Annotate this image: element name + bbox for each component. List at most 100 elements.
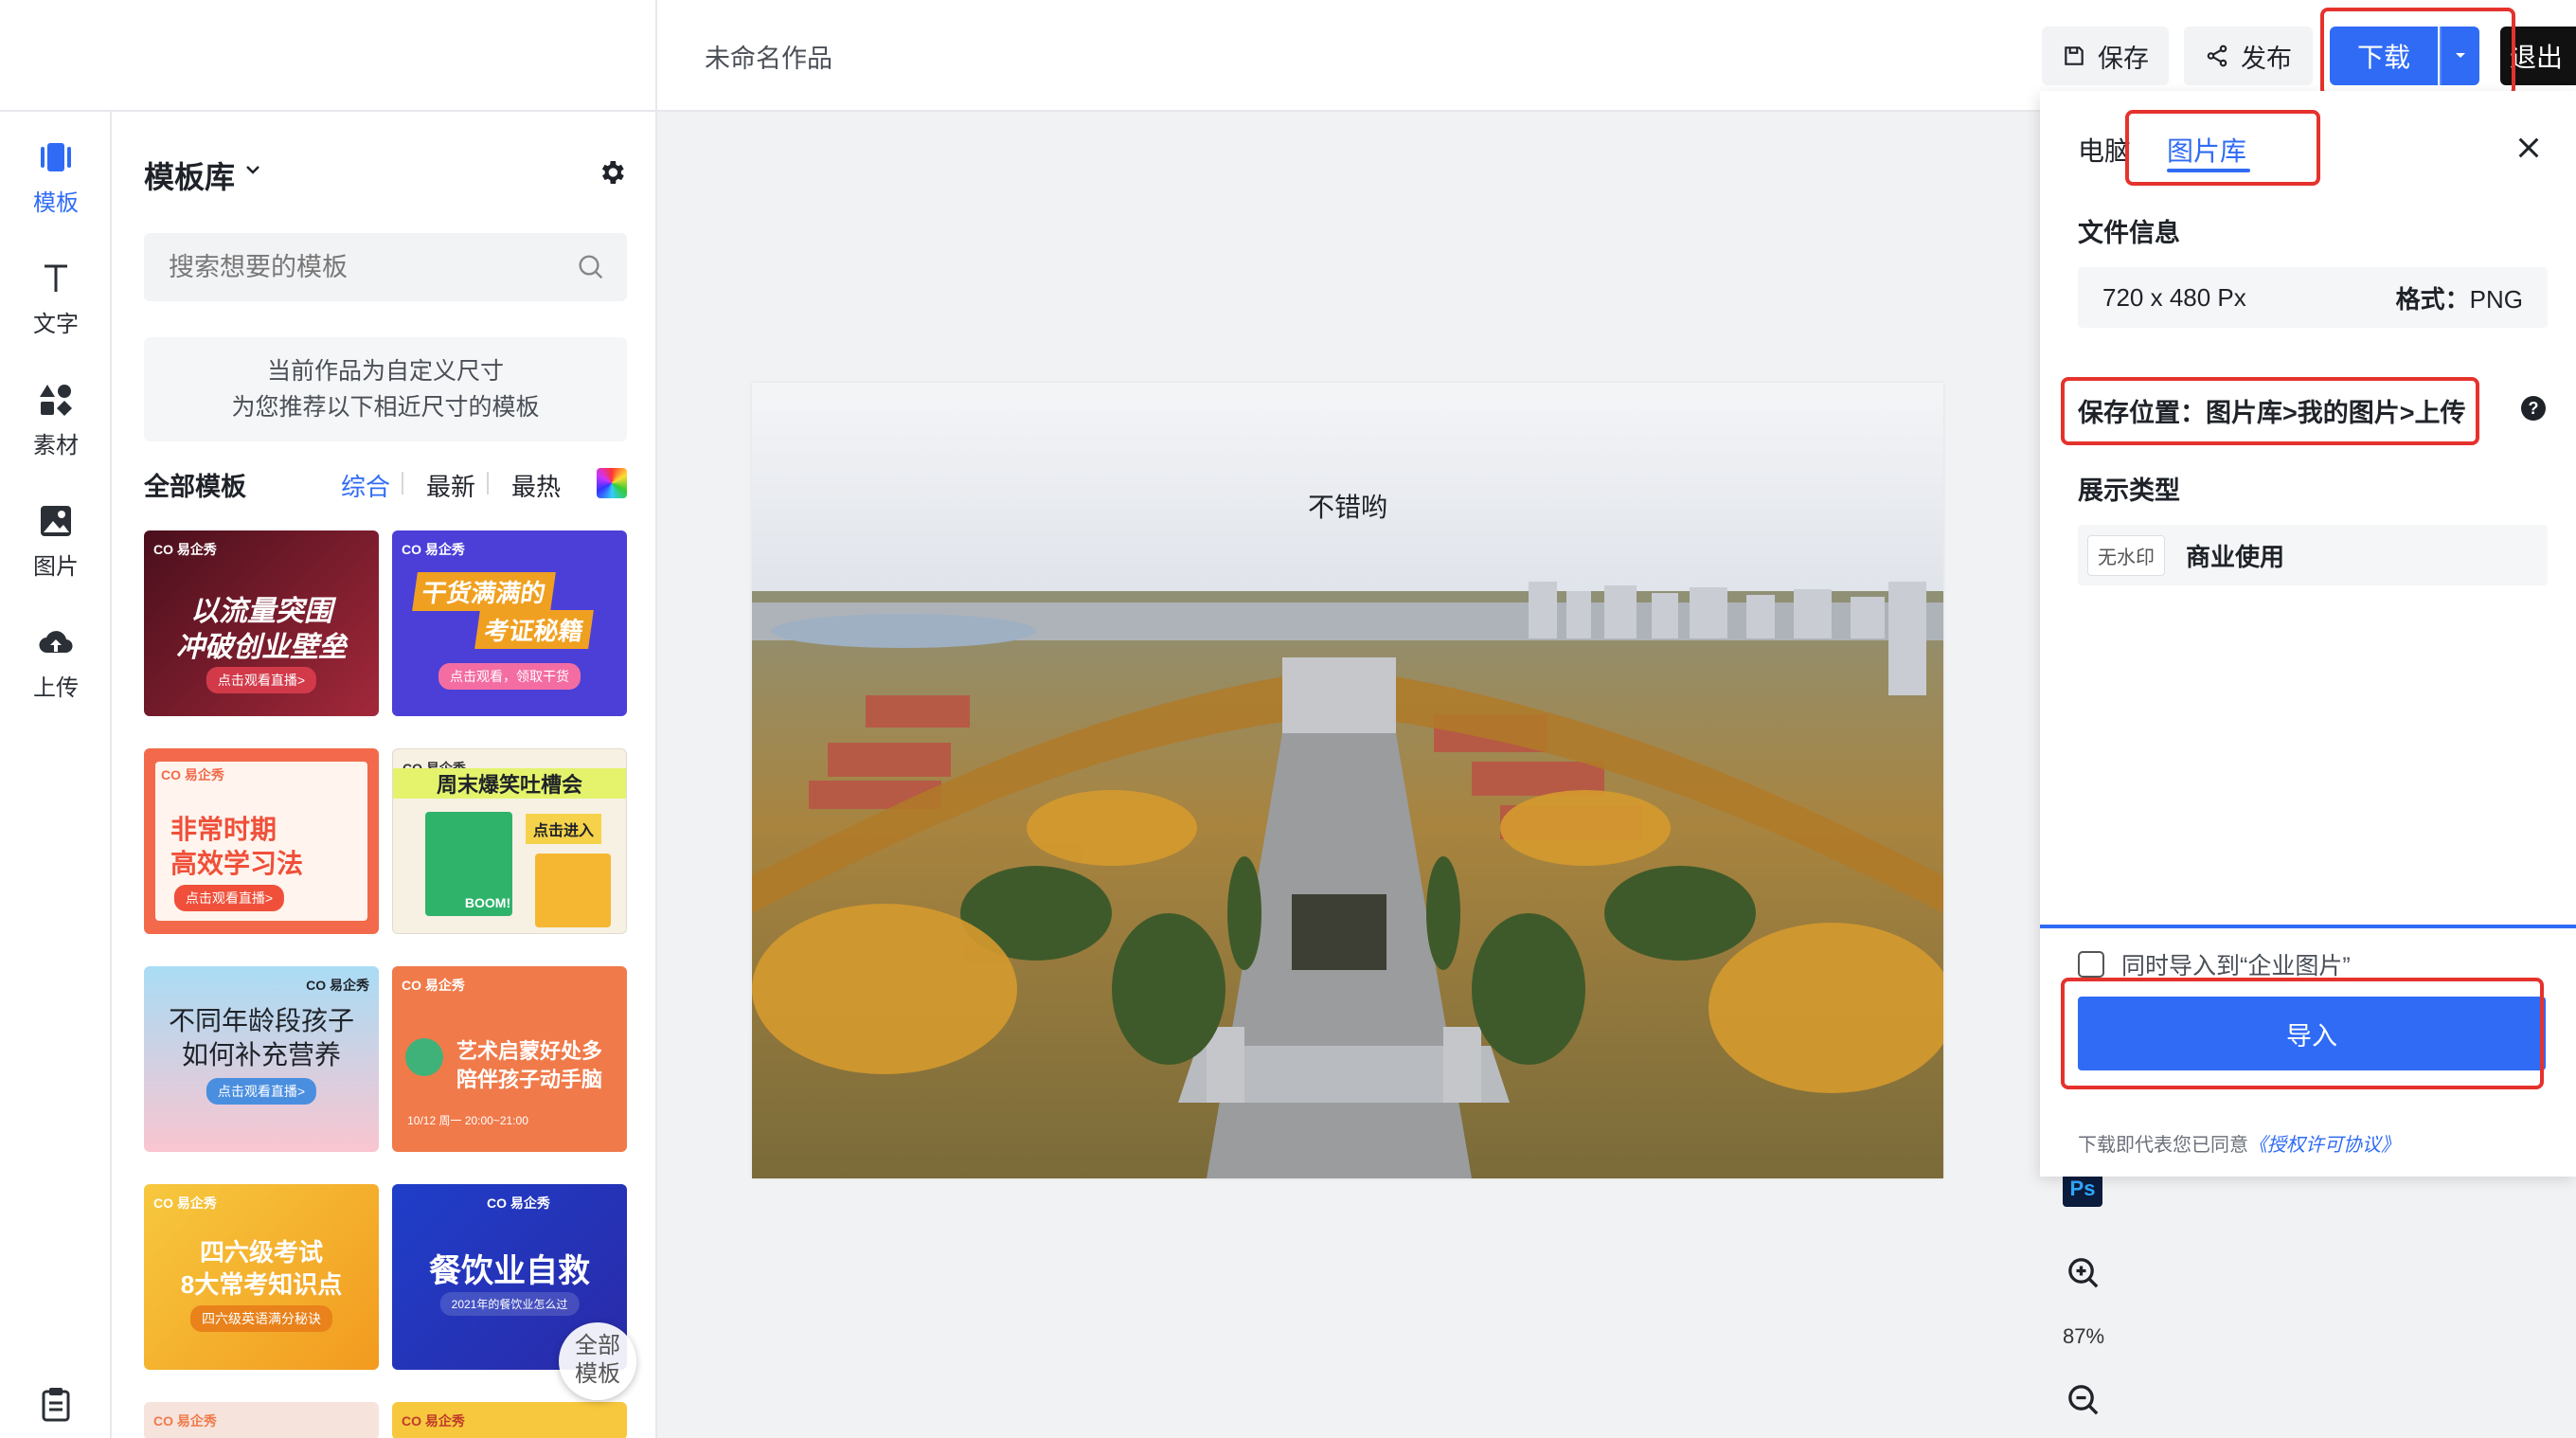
- card-subtitle: 冲破创业壁垒: [176, 632, 347, 663]
- sort-comprehensive[interactable]: 综合: [341, 468, 390, 503]
- notice-line-1: 当前作品为自定义尺寸: [266, 358, 504, 385]
- template-card[interactable]: CO 易企秀 艺术启蒙好处多 陪伴孩子动手脑 10/12 周一 20:00~21…: [392, 966, 627, 1152]
- rail-item-material[interactable]: 素材: [0, 381, 112, 459]
- search-icon[interactable]: [576, 252, 606, 282]
- brand-logo-icon: CO 易企秀: [153, 1195, 217, 1211]
- rail-item-image[interactable]: 图片: [0, 502, 112, 581]
- brand-logo-icon: CO 易企秀: [402, 542, 465, 557]
- card-subtitle: 考证秘籍: [474, 610, 594, 649]
- template-card[interactable]: CO 易企秀 四六级考试 8大常考知识点 四六级英语满分秘诀: [144, 1184, 379, 1370]
- active-tab-underline: [2167, 169, 2250, 172]
- template-card[interactable]: CO 易企秀 干货满满的 考证秘籍 点击观看，领取干货: [392, 530, 627, 716]
- card-subtitle: 陪伴孩子动手脑: [456, 1068, 603, 1091]
- card-pill: 点击观看直播>: [173, 885, 285, 911]
- card-subtitle: 8大常考知识点: [180, 1270, 343, 1299]
- canvas-image[interactable]: 不错哟: [752, 383, 1943, 1178]
- tool-rail: 模板 文字 素材 图片 上传: [0, 112, 112, 1438]
- card-pill: 点击观看直播>: [206, 667, 317, 693]
- card-pill: 10/12 周一 20:00~21:00: [407, 1114, 528, 1127]
- template-search-input[interactable]: [144, 233, 627, 301]
- also-import-checkbox[interactable]: 同时导入到“企业图片”: [2078, 947, 2351, 981]
- card-title: 四六级考试: [199, 1238, 323, 1267]
- template-card[interactable]: CO 易企秀 以流量突围 冲破创业壁垒 点击观看直播>: [144, 530, 379, 716]
- card-title: 周末爆笑吐槽会: [393, 768, 626, 799]
- card-title: 不同年龄段孩子: [168, 1006, 354, 1035]
- card-pill: BOOM!: [464, 895, 511, 910]
- image-icon: [41, 506, 71, 536]
- also-import-label: 同时导入到“企业图片”: [2121, 953, 2351, 980]
- display-type-option[interactable]: 无水印 商业使用: [2078, 525, 2548, 585]
- document-title[interactable]: 未命名作品: [705, 38, 832, 75]
- template-library-title[interactable]: 模板库: [144, 153, 235, 197]
- zoom-out-icon[interactable]: [2065, 1381, 2102, 1419]
- sort-newest[interactable]: 最新: [426, 468, 475, 503]
- canvas-caption-text[interactable]: 不错哟: [752, 487, 1943, 525]
- display-type-heading: 展示类型: [2078, 476, 2180, 505]
- caret-down-icon: [2456, 53, 2465, 58]
- rail-item-upload[interactable]: 上传: [0, 623, 112, 702]
- rail-item-clipboard[interactable]: [0, 1385, 112, 1430]
- card-title: 非常时期: [170, 815, 277, 844]
- zoom-level: 87%: [2062, 1324, 2105, 1348]
- card-pill: 点击观看，领取干货: [438, 663, 581, 690]
- import-button[interactable]: 导入: [2078, 997, 2546, 1070]
- brand-logo-icon: CO 易企秀: [153, 1413, 217, 1429]
- card-title: 干货满满的: [412, 572, 556, 611]
- rail-label: 素材: [33, 433, 79, 458]
- top-bar-left: [0, 0, 657, 112]
- template-card[interactable]: CO 易企秀: [144, 1402, 379, 1438]
- all-templates-line-2: 模板: [575, 1361, 620, 1387]
- rail-item-text[interactable]: 文字: [0, 260, 112, 338]
- all-templates-button[interactable]: 全部 模板: [559, 1322, 636, 1400]
- tab-computer[interactable]: 电脑: [2078, 131, 2131, 169]
- right-tool-strip: Ps 87%: [2040, 1171, 2135, 1438]
- format-value: PNG: [2469, 284, 2523, 314]
- gear-icon[interactable]: [597, 157, 627, 188]
- template-panel: 模板库 当前作品为自定义尺寸 为您推荐以下相近尺寸的模板 全部模板 综合 最新 …: [112, 112, 657, 1438]
- help-icon[interactable]: ?: [2521, 396, 2546, 421]
- checkbox-icon[interactable]: [2078, 951, 2104, 978]
- close-icon[interactable]: [2513, 133, 2544, 163]
- download-dropdown-toggle[interactable]: [2440, 27, 2479, 85]
- agreement-prefix: 下载即代表您已同意: [2078, 1135, 2248, 1156]
- template-card[interactable]: CO 易企秀 周末爆笑吐槽会 点击进入 BOOM!: [392, 748, 627, 934]
- brand-logo-icon: CO 易企秀: [487, 1195, 550, 1211]
- tab-image-library[interactable]: 图片库: [2167, 131, 2246, 169]
- template-card[interactable]: CO 易企秀 不同年龄段孩子 如何补充营养 点击观看直播>: [144, 966, 379, 1152]
- license-agreement-link[interactable]: 《授权许可协议》: [2248, 1135, 2400, 1156]
- rail-label: 上传: [33, 675, 79, 701]
- publish-button[interactable]: 发布: [2184, 27, 2313, 85]
- file-info-heading: 文件信息: [2078, 219, 2180, 247]
- card-pill: 点击观看直播>: [206, 1078, 317, 1105]
- chevron-down-icon[interactable]: [244, 163, 261, 176]
- material-icon: [40, 385, 72, 416]
- rail-label: 文字: [33, 312, 79, 337]
- color-filter-icon[interactable]: [597, 468, 627, 498]
- template-card[interactable]: CO 易企秀: [392, 1402, 627, 1438]
- download-button[interactable]: 下载: [2330, 27, 2438, 85]
- share-icon: [2207, 45, 2227, 67]
- rail-label: 图片: [33, 554, 79, 580]
- upload-icon: [39, 631, 73, 654]
- rail-item-template[interactable]: 模板: [0, 138, 112, 217]
- publish-label: 发布: [2241, 44, 2292, 73]
- save-button[interactable]: 保存: [2042, 27, 2169, 85]
- sort-divider: [487, 472, 489, 494]
- card-subtitle: 2021年的餐饮业怎么过: [439, 1292, 580, 1316]
- template-card[interactable]: CO 易企秀 非常时期 高效学习法 点击观看直播>: [144, 748, 379, 934]
- card-subtitle: 如何补充营养: [181, 1040, 341, 1070]
- template-icon: [41, 143, 71, 171]
- brand-logo-icon: CO 易企秀: [402, 978, 465, 993]
- card-subtitle: 点击进入: [526, 814, 602, 844]
- exit-button[interactable]: 退出: [2500, 27, 2576, 85]
- notice-line-2: 为您推荐以下相近尺寸的模板: [231, 394, 540, 421]
- panel-divider: [2040, 925, 2576, 928]
- sort-hottest[interactable]: 最热: [511, 468, 561, 503]
- save-location: 保存位置：图片库>我的图片>上传: [2078, 399, 2466, 427]
- size-notice: 当前作品为自定义尺寸 为您推荐以下相近尺寸的模板: [144, 337, 627, 441]
- save-icon: [2065, 46, 2084, 65]
- zoom-in-icon[interactable]: [2065, 1254, 2102, 1292]
- export-panel: 电脑 图片库 文件信息 720 x 480 Px 格式：PNG 保存位置：图片库…: [2040, 91, 2576, 1177]
- file-info-box: 720 x 480 Px 格式：PNG: [2078, 267, 2548, 328]
- face-image: [535, 854, 611, 927]
